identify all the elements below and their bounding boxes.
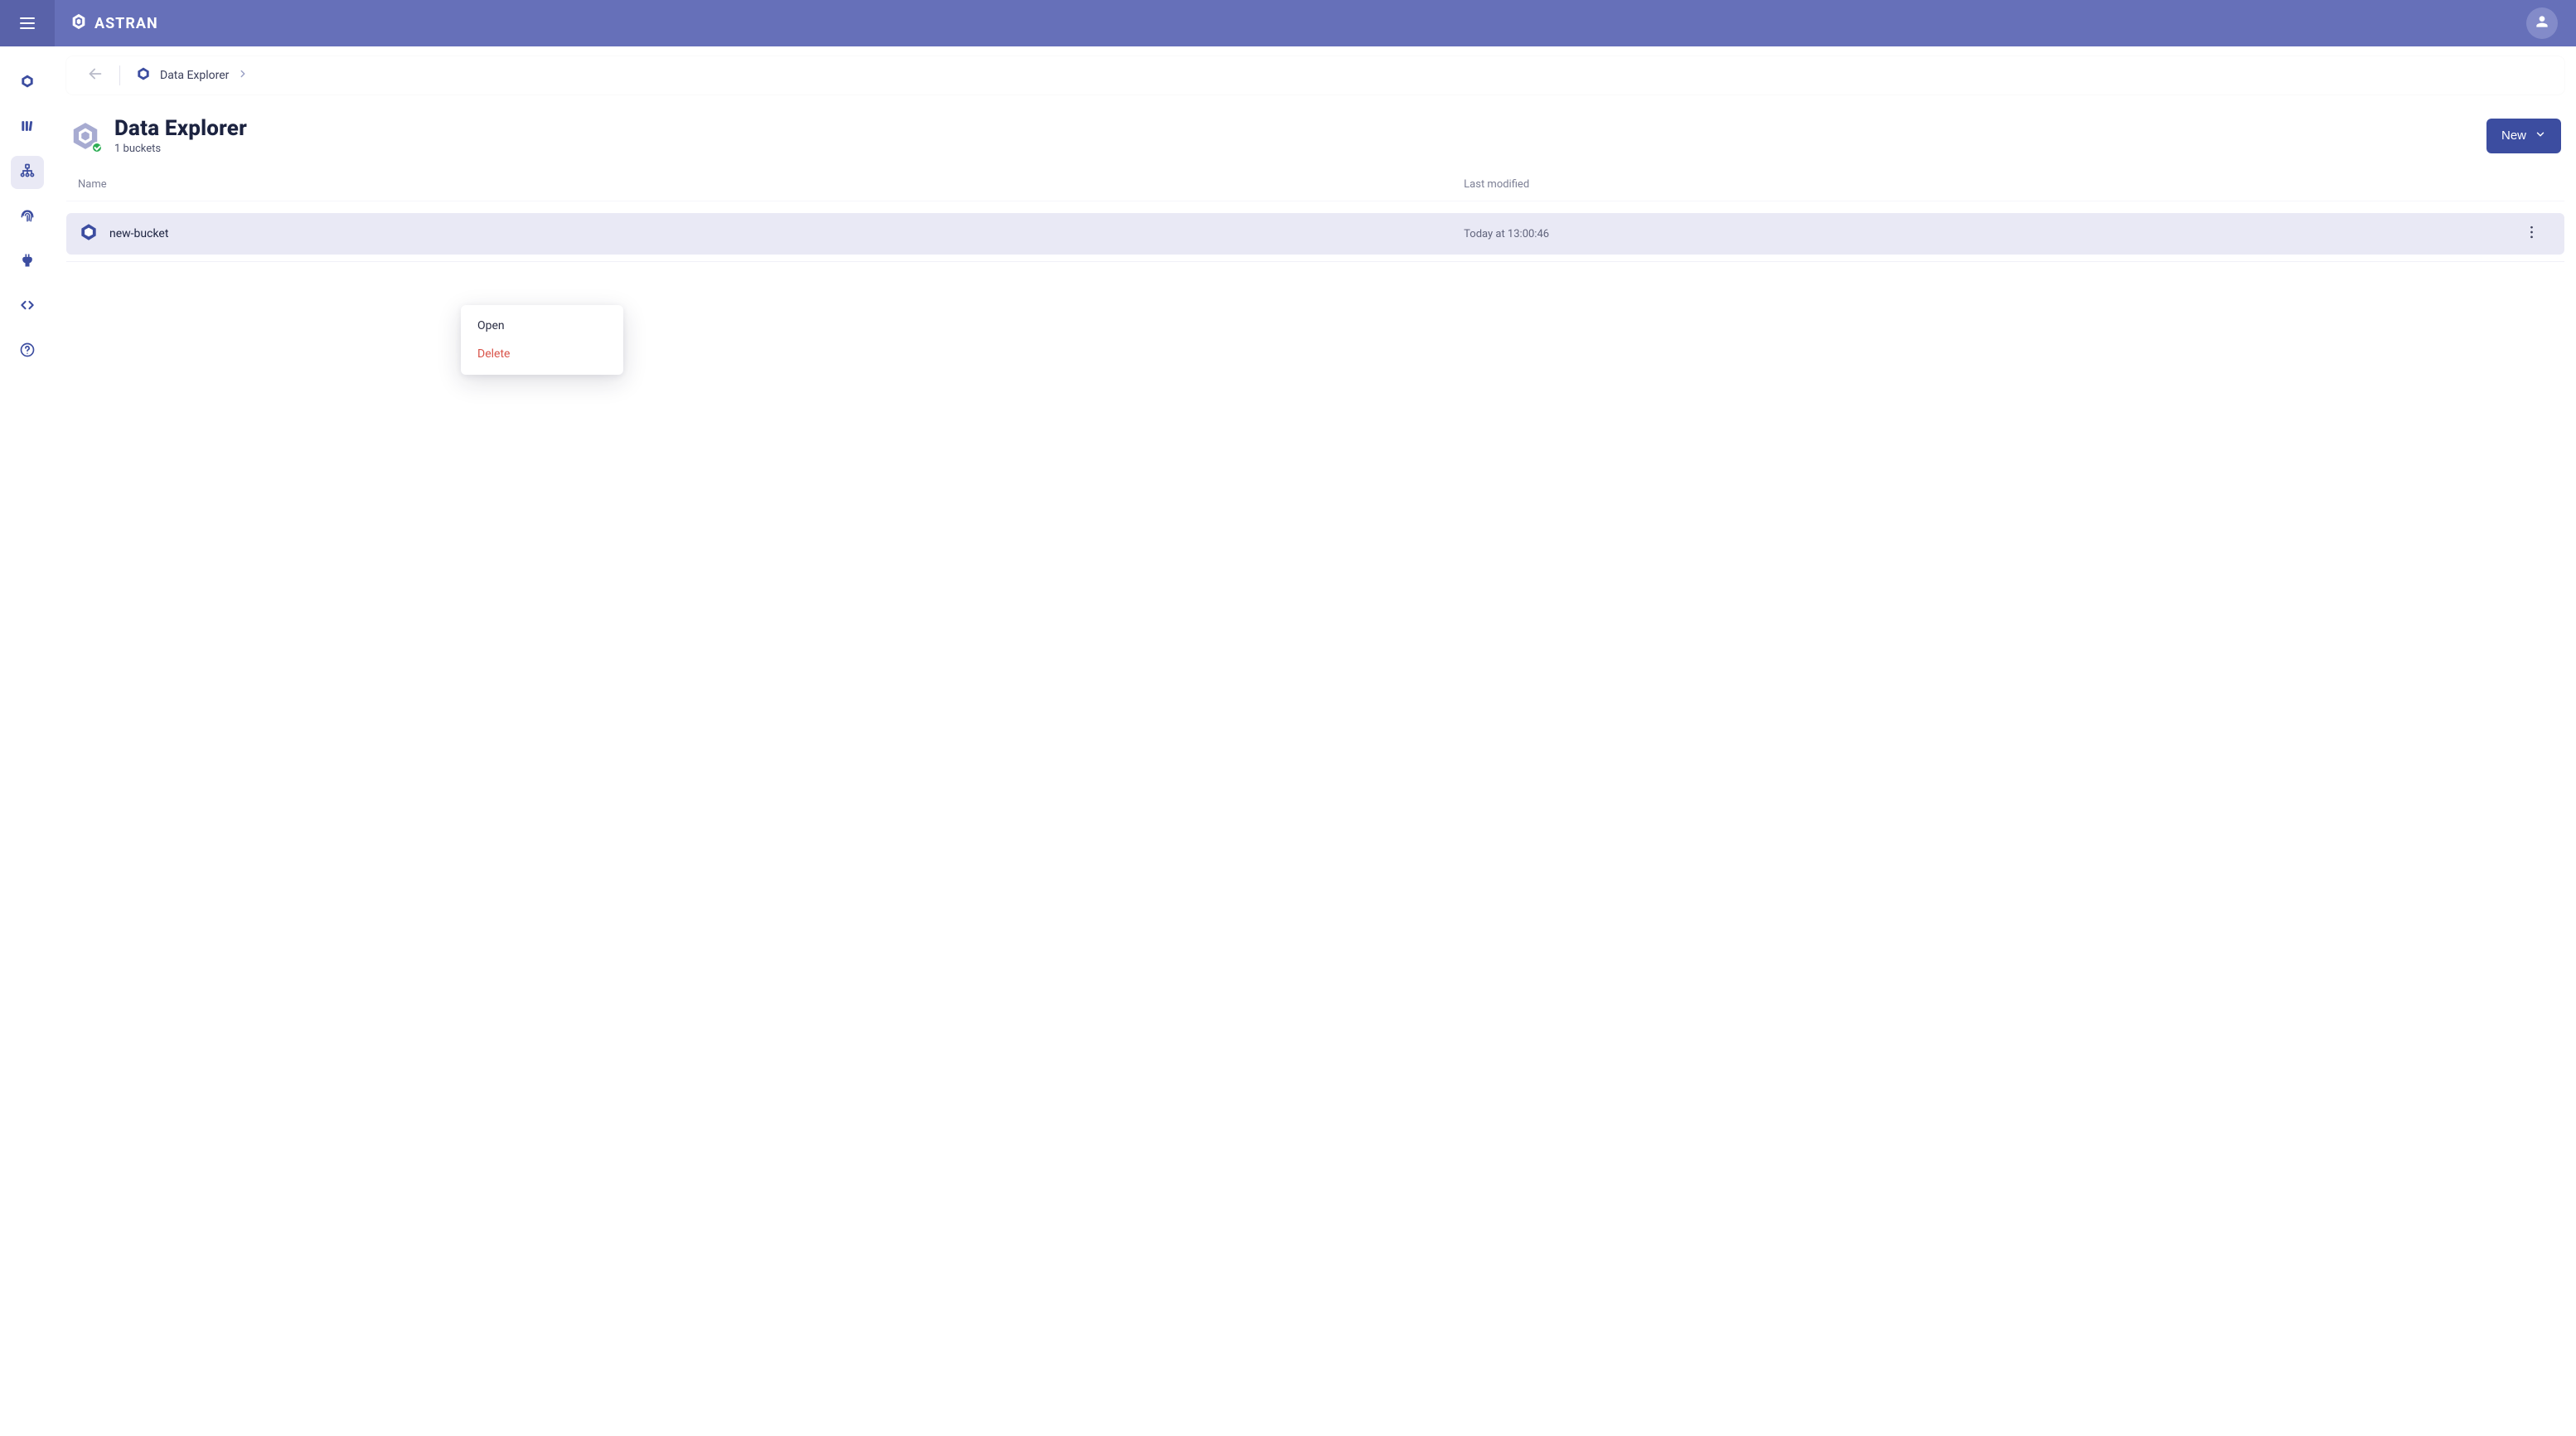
- plug-icon: [19, 252, 36, 272]
- table-row[interactable]: new-bucket Today at 13:00:46: [66, 213, 2564, 255]
- table-header: Name Last modified: [66, 173, 2564, 201]
- breadcrumb-label: Data Explorer: [160, 69, 229, 82]
- page-title-block: Data Explorer 1 buckets: [70, 116, 247, 155]
- row-actions-button[interactable]: [2510, 224, 2553, 244]
- content-area: Data Explorer Data Explorer 1 buckets Ne…: [55, 46, 2576, 1436]
- page-title-icon: [70, 120, 101, 152]
- hamburger-icon: [20, 17, 35, 29]
- help-icon: [19, 342, 36, 361]
- page-subtitle: 1 buckets: [114, 143, 247, 155]
- code-icon: [19, 297, 36, 317]
- row-name-cell: new-bucket: [78, 221, 1464, 246]
- hamburger-button[interactable]: [0, 0, 55, 46]
- status-ok-badge: [91, 142, 103, 153]
- bucket-icon: [78, 221, 99, 246]
- column-modified: Last modified: [1464, 178, 2510, 191]
- menu-item-delete[interactable]: Delete: [461, 340, 623, 368]
- sidebar-item-home[interactable]: [11, 66, 44, 99]
- column-name: Name: [78, 178, 1464, 191]
- sidebar-item-library[interactable]: [11, 111, 44, 144]
- chevron-down-icon: [2535, 129, 2546, 143]
- new-button[interactable]: New: [2486, 119, 2561, 153]
- hexagon-icon: [19, 73, 36, 93]
- more-vertical-icon: [2530, 224, 2534, 244]
- user-avatar-button[interactable]: [2526, 7, 2558, 39]
- brand: ASTRAN: [70, 12, 158, 35]
- library-icon: [19, 118, 36, 138]
- row-modified: Today at 13:00:46: [1464, 228, 2510, 240]
- hexagon-icon: [135, 65, 152, 85]
- breadcrumb-back-button[interactable]: [86, 65, 104, 86]
- brand-name: ASTRAN: [94, 15, 158, 32]
- row-name: new-bucket: [109, 227, 168, 240]
- sidebar: [0, 46, 55, 1436]
- sidebar-item-data-explorer[interactable]: [11, 156, 44, 189]
- fingerprint-icon: [19, 207, 36, 227]
- buckets-table: Name Last modified new-bucket Today at 1…: [66, 173, 2564, 262]
- arrow-left-icon: [86, 65, 104, 86]
- table-divider: [66, 261, 2564, 262]
- brand-logo-icon: [70, 12, 88, 35]
- breadcrumb-divider: [119, 65, 120, 85]
- page-header: Data Explorer 1 buckets New: [66, 116, 2564, 155]
- topbar: ASTRAN: [0, 0, 2576, 46]
- row-context-menu: Open Delete: [461, 305, 623, 375]
- chevron-right-icon: [237, 68, 249, 83]
- breadcrumb-item-root[interactable]: Data Explorer: [135, 65, 249, 85]
- menu-item-open[interactable]: Open: [461, 312, 623, 340]
- page-title: Data Explorer: [114, 116, 247, 141]
- data-explorer-icon: [19, 163, 36, 182]
- new-button-label: New: [2501, 129, 2526, 143]
- sidebar-item-security[interactable]: [11, 201, 44, 234]
- sidebar-item-integrations[interactable]: [11, 245, 44, 279]
- user-icon: [2534, 13, 2550, 33]
- sidebar-item-api[interactable]: [11, 290, 44, 323]
- breadcrumb: Data Explorer: [66, 56, 2564, 95]
- sidebar-item-help[interactable]: [11, 335, 44, 368]
